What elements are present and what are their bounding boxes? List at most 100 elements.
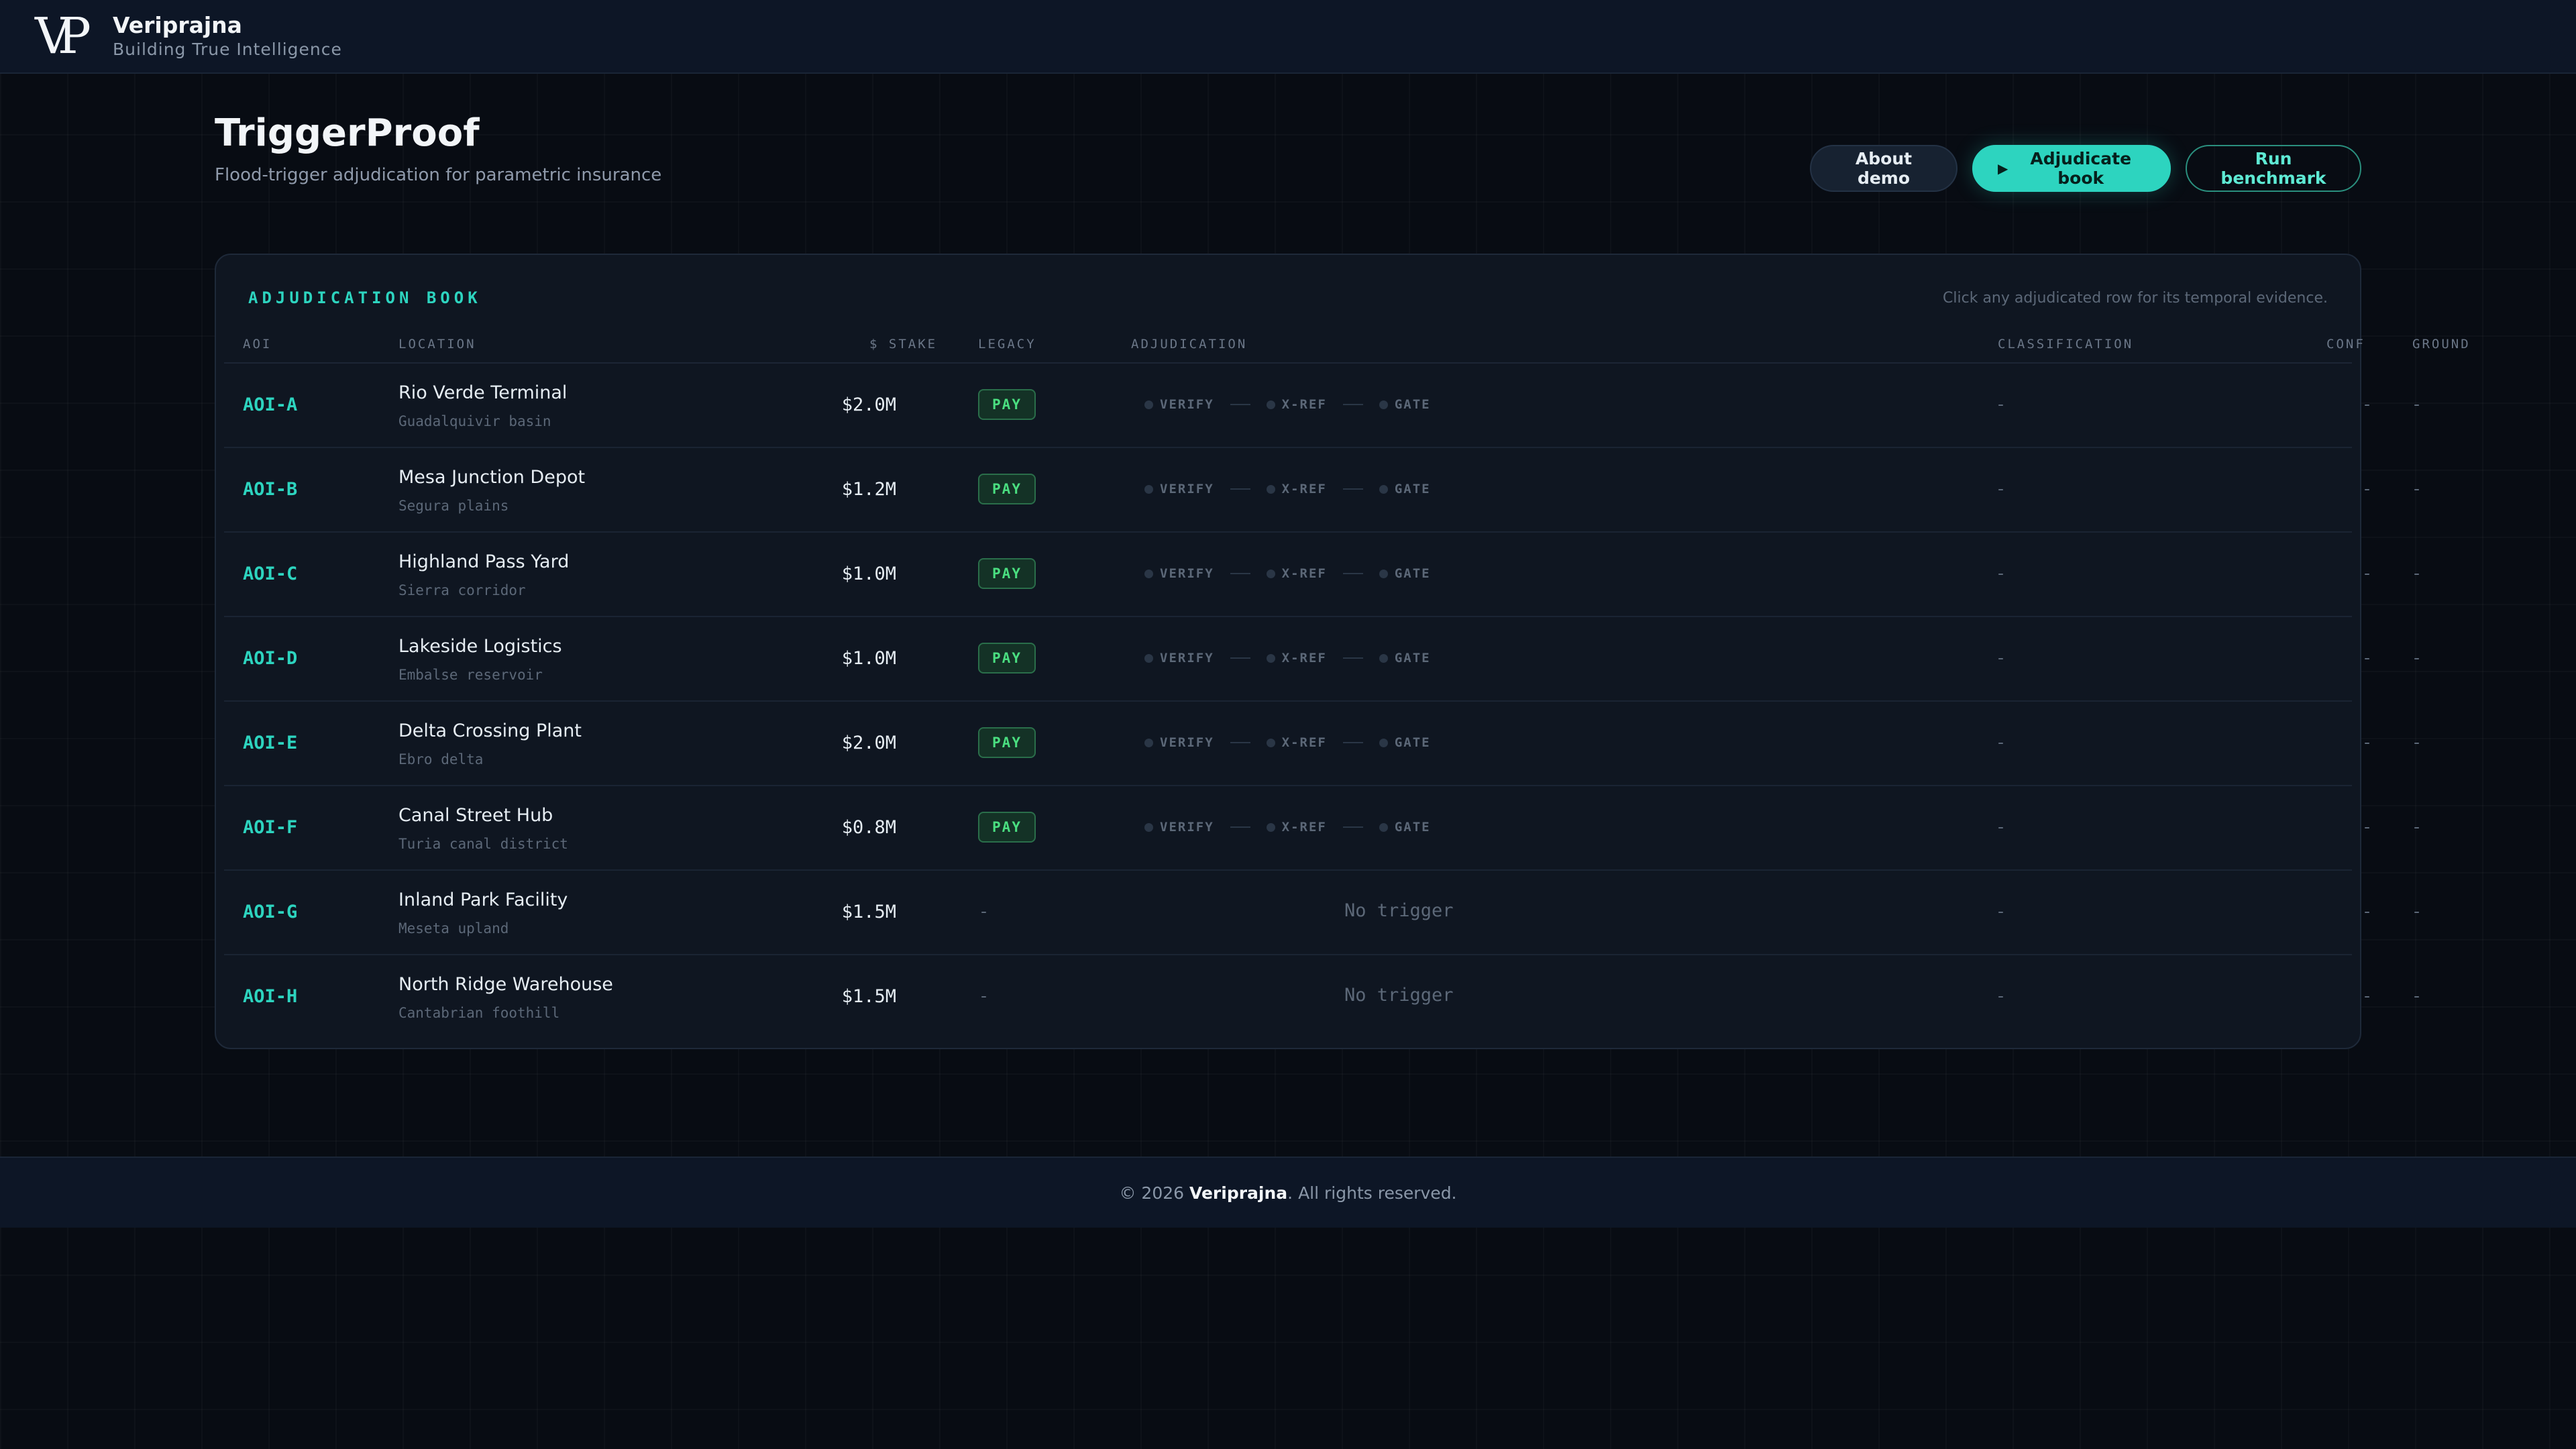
aoi-id: AOI-C — [243, 564, 298, 584]
step-dot-icon — [1144, 653, 1153, 663]
ground-value: - — [2414, 564, 2420, 583]
header-actions: About demo ▶ Adjudicate book Run benchma… — [1810, 145, 2361, 192]
table-row[interactable]: AOI-G Inland Park Facility Meseta upland $1… — [224, 871, 2420, 955]
step-connector — [1342, 826, 1363, 828]
step-dot-icon — [1144, 738, 1153, 747]
classification-value: - — [1998, 986, 2004, 1006]
step-xref: X-REF — [1266, 651, 1327, 665]
adjudication-book-panel: ADJUDICATION BOOK Click any adjudicated … — [215, 254, 2469, 1049]
classification-value: - — [1998, 394, 2004, 414]
step-dot-icon — [1379, 822, 1388, 832]
step-connector — [1230, 573, 1250, 574]
step-dot-icon — [1379, 738, 1388, 747]
adjudication-status: No trigger — [1344, 985, 1454, 1006]
table-body: AOI-A Rio Verde Terminal Guadalquivir basi… — [224, 364, 2420, 1040]
conf-value: - — [2364, 648, 2371, 667]
step-xref: X-REF — [1266, 566, 1327, 581]
step-connector — [1342, 404, 1363, 405]
step-dot-icon — [1144, 400, 1153, 409]
location-region: Cantabrian foothill — [398, 1005, 560, 1021]
column-header-aoi: AOI — [243, 337, 272, 352]
adjudicate-book-button[interactable]: ▶ Adjudicate book — [1972, 145, 2171, 192]
stake-value: $1.2M — [841, 479, 896, 500]
step-verify: VERIFY — [1144, 566, 1214, 581]
step-verify: VERIFY — [1144, 820, 1214, 835]
footer-brand: Veriprajna — [1189, 1183, 1288, 1203]
step-gate: GATE — [1379, 566, 1431, 581]
conf-value: - — [2364, 817, 2371, 837]
ground-value: - — [2414, 648, 2420, 667]
step-dot-icon — [1379, 400, 1388, 409]
brand-name[interactable]: Veriprajna — [113, 12, 342, 39]
run-benchmark-button[interactable]: Run benchmark — [2186, 145, 2361, 192]
table-row[interactable]: AOI-B Mesa Junction Depot Segura plains $1.… — [224, 448, 2420, 533]
adjudication-pipeline: VERIFY X-REF GATE — [1144, 735, 1431, 750]
step-verify: VERIFY — [1144, 482, 1214, 496]
step-gate: GATE — [1379, 820, 1431, 835]
stake-value: $0.8M — [841, 817, 896, 838]
legacy-pay-badge: PAY — [978, 812, 1036, 843]
step-connector — [1230, 404, 1250, 405]
table-row[interactable]: AOI-E Delta Crossing Plant Ebro delta $2.0M… — [224, 702, 2420, 786]
location-name: Rio Verde Terminal — [398, 382, 568, 403]
veriprajna-logo[interactable]: VP — [35, 11, 98, 61]
step-connector — [1342, 657, 1363, 659]
panel-title: ADJUDICATION BOOK — [248, 288, 482, 307]
conf-value: - — [2364, 902, 2371, 921]
aoi-id: AOI-H — [243, 986, 298, 1007]
adjudication-pipeline: VERIFY X-REF GATE — [1144, 566, 1431, 581]
top-bar: VP Veriprajna Building True Intelligence — [0, 0, 2576, 74]
step-dot-icon — [1144, 484, 1153, 494]
step-connector — [1230, 657, 1250, 659]
ground-value: - — [2414, 394, 2420, 414]
step-dot-icon — [1266, 569, 1275, 578]
column-header-conf: CONF — [2326, 337, 2365, 352]
table-row[interactable]: AOI-H North Ridge Warehouse Cantabrian foo… — [224, 955, 2420, 1040]
column-header-classification: CLASSIFICATION — [1998, 337, 2134, 352]
location-name: Inland Park Facility — [398, 890, 568, 910]
location-name: Mesa Junction Depot — [398, 467, 586, 488]
step-verify: VERIFY — [1144, 735, 1214, 750]
adjudicate-book-label: Adjudicate book — [2030, 149, 2132, 188]
classification-value: - — [1998, 902, 2004, 921]
aoi-id: AOI-B — [243, 479, 298, 500]
conf-value: - — [2364, 733, 2371, 752]
step-gate: GATE — [1379, 397, 1431, 412]
location-name: Canal Street Hub — [398, 805, 553, 826]
step-connector — [1342, 488, 1363, 490]
legacy-empty: - — [981, 902, 987, 921]
ground-value: - — [2414, 817, 2420, 837]
step-dot-icon — [1266, 400, 1275, 409]
legacy-pay-badge: PAY — [978, 727, 1036, 758]
aoi-id: AOI-G — [243, 902, 298, 922]
adjudication-pipeline: VERIFY X-REF GATE — [1144, 397, 1431, 412]
conf-value: - — [2364, 564, 2371, 583]
brand-block: Veriprajna Building True Intelligence — [113, 12, 342, 60]
table-row[interactable]: AOI-D Lakeside Logistics Embalse reservoir… — [224, 617, 2420, 702]
stake-value: $2.0M — [841, 733, 896, 753]
table-row[interactable]: AOI-A Rio Verde Terminal Guadalquivir basi… — [224, 364, 2420, 448]
footer-rights: . All rights reserved. — [1287, 1183, 1457, 1203]
conf-value: - — [2364, 986, 2371, 1006]
classification-value: - — [1998, 648, 2004, 667]
column-header-location: LOCATION — [398, 337, 476, 352]
page-subtitle: Flood-trigger adjudication for parametri… — [215, 165, 662, 185]
stake-value: $1.5M — [841, 902, 896, 922]
table-row[interactable]: AOI-F Canal Street Hub Turia canal distric… — [224, 786, 2420, 871]
location-name: Highland Pass Yard — [398, 551, 570, 572]
legacy-pay-badge: PAY — [978, 643, 1036, 674]
location-region: Embalse reservoir — [398, 667, 543, 683]
step-connector — [1342, 573, 1363, 574]
footer: © 2026 Veriprajna. All rights reserved. — [0, 1157, 2576, 1228]
column-header-adjudication: ADJUDICATION — [1131, 337, 1248, 352]
step-dot-icon — [1379, 569, 1388, 578]
column-header-legacy: LEGACY — [978, 337, 1036, 352]
aoi-id: AOI-A — [243, 394, 298, 415]
table-row[interactable]: AOI-C Highland Pass Yard Sierra corridor $1… — [224, 533, 2420, 617]
step-dot-icon — [1144, 822, 1153, 832]
about-demo-button[interactable]: About demo — [1810, 145, 1957, 192]
step-gate: GATE — [1379, 651, 1431, 665]
step-dot-icon — [1144, 569, 1153, 578]
adjudication-pipeline: VERIFY X-REF GATE — [1144, 651, 1431, 665]
table-header: AOI LOCATION $ STAKE LEGACY ADJUDICATION… — [224, 330, 2469, 364]
